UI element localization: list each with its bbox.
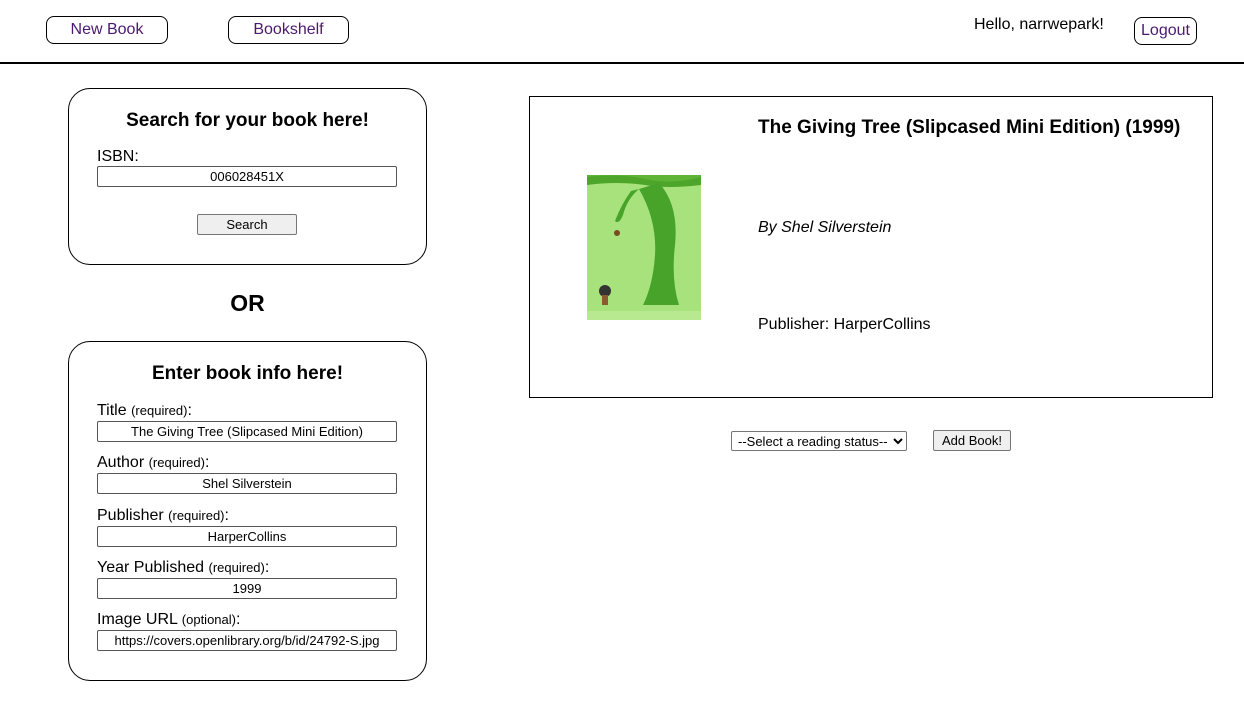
search-button[interactable]: Search: [197, 214, 297, 235]
publisher-label-text: Publisher: [97, 507, 164, 524]
year-required-note: (required): [208, 560, 265, 575]
preview-book-title: The Giving Tree (Slipcased Mini Edition)…: [758, 117, 1181, 138]
book-info-panel: Enter book info here! Title (required): …: [68, 341, 427, 681]
isbn-search-panel: Search for your book here! ISBN: Search: [68, 88, 427, 265]
year-field-label: Year Published (required):: [97, 559, 270, 576]
author-required-note: (required): [148, 455, 205, 470]
tree-illustration-icon: [587, 175, 701, 320]
app-page: New Book Bookshelf Hello, narrwepark! Lo…: [0, 0, 1244, 724]
preview-book-author: By Shel Silverstein: [758, 219, 892, 236]
user-greeting: Hello, narrwepark!: [974, 16, 1104, 33]
title-field-label: Title (required):: [97, 402, 192, 419]
author-input[interactable]: [97, 473, 397, 494]
publisher-field-label: Publisher (required):: [97, 507, 229, 524]
bookshelf-button[interactable]: Bookshelf: [228, 16, 349, 44]
top-nav-bar: New Book Bookshelf Hello, narrwepark! Lo…: [0, 0, 1244, 64]
new-book-button[interactable]: New Book: [46, 16, 168, 44]
image-url-field-label: Image URL (optional):: [97, 611, 241, 628]
book-cover-image: [587, 175, 701, 320]
or-divider-text: OR: [230, 290, 265, 316]
preview-book-publisher: Publisher: HarperCollins: [758, 316, 931, 333]
title-input[interactable]: [97, 421, 397, 442]
image-url-optional-note: (optional): [181, 612, 236, 627]
isbn-label: ISBN:: [97, 148, 139, 165]
year-label-text: Year Published: [97, 559, 205, 576]
publisher-required-note: (required): [168, 508, 225, 523]
book-preview-card: The Giving Tree (Slipcased Mini Edition)…: [529, 96, 1213, 398]
image-url-label-text: Image URL: [97, 611, 178, 628]
info-panel-title: Enter book info here!: [151, 363, 344, 384]
isbn-input[interactable]: [97, 166, 397, 187]
reading-status-select[interactable]: --Select a reading status--: [731, 431, 907, 451]
author-field-label: Author (required):: [97, 454, 210, 471]
add-book-button[interactable]: Add Book!: [933, 430, 1011, 451]
image-url-input[interactable]: [97, 630, 397, 651]
publisher-input[interactable]: [97, 526, 397, 547]
author-label-text: Author: [97, 454, 145, 471]
search-panel-title: Search for your book here!: [126, 110, 369, 131]
title-label-text: Title: [97, 402, 127, 419]
title-required-note: (required): [131, 403, 188, 418]
logout-button[interactable]: Logout: [1134, 17, 1197, 45]
year-input[interactable]: [97, 578, 397, 599]
